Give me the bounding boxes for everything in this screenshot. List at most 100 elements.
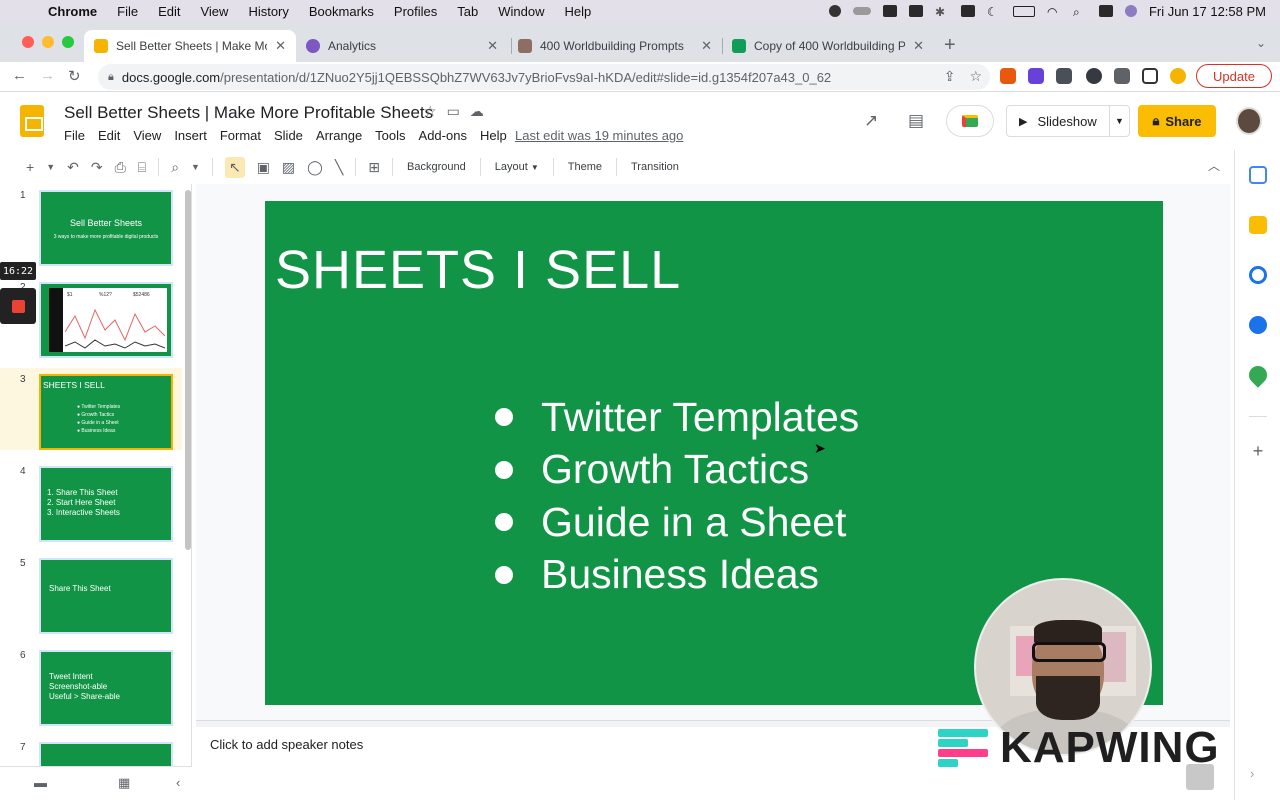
screen-status-icon[interactable] <box>908 5 923 17</box>
back-arrow-icon[interactable]: ← <box>12 67 27 84</box>
meet-button[interactable] <box>946 105 994 137</box>
tab-search-chevron-icon[interactable]: ⌄ <box>1256 36 1266 50</box>
minimize-window-button[interactable] <box>42 36 54 48</box>
shape-icon[interactable]: ◯ <box>307 159 323 176</box>
lock-icon[interactable]: 🔒︎ <box>108 71 114 84</box>
new-slide-dropdown-icon[interactable]: ▼ <box>46 162 55 172</box>
slides-menu-format[interactable]: Format <box>220 128 261 143</box>
grid-view-icon[interactable]: ▦ <box>118 775 130 791</box>
text-box-icon[interactable]: ▣ <box>257 159 270 176</box>
slide-thumbnail-5[interactable]: 5 Share This Sheet <box>0 552 182 634</box>
move-folder-icon[interactable]: ▭ <box>447 103 460 120</box>
menu-chrome[interactable]: Chrome <box>48 4 97 19</box>
undo-icon[interactable]: ↶ <box>67 159 79 176</box>
slides-logo-icon[interactable] <box>20 105 44 137</box>
menu-file[interactable]: File <box>117 4 138 19</box>
explore-button[interactable] <box>1186 764 1214 790</box>
last-edit-link[interactable]: Last edit was 19 minutes ago <box>515 128 683 143</box>
comments-icon[interactable]: ▤ <box>908 111 924 131</box>
menu-tab[interactable]: Tab <box>457 4 478 19</box>
filmstrip-view-icon[interactable]: ▬ <box>34 775 47 790</box>
image-icon[interactable]: ▨ <box>282 159 295 176</box>
reload-icon[interactable]: ↻ <box>68 67 81 85</box>
slideshow-button[interactable]: ▶ Slideshow ▼ <box>1006 105 1130 137</box>
control-center-icon[interactable] <box>1098 5 1113 17</box>
slide-thumbnail-7[interactable]: 7 <box>0 736 182 766</box>
menu-bookmarks[interactable]: Bookmarks <box>309 4 374 19</box>
new-slide-plus-icon[interactable]: + <box>26 159 34 175</box>
menubar-clock[interactable]: Fri Jun 17 12:58 PM <box>1149 4 1266 19</box>
maps-icon[interactable] <box>1245 362 1271 388</box>
share-button[interactable]: 🔒︎ Share <box>1138 105 1216 137</box>
slides-menu-help[interactable]: Help <box>480 128 507 143</box>
calendar-icon[interactable] <box>1249 166 1267 184</box>
forward-arrow-icon[interactable]: → <box>40 67 55 84</box>
slide-title[interactable]: SHEETS I SELL <box>275 239 681 301</box>
extension-circle-icon[interactable] <box>1086 68 1102 84</box>
slide-bullet-list[interactable]: Twitter Templates Growth Tactics Guide i… <box>495 391 859 601</box>
slides-menu-addons[interactable]: Add-ons <box>419 128 467 143</box>
battery-icon[interactable] <box>1012 5 1035 17</box>
cloud-saved-icon[interactable]: ☁ <box>470 103 484 120</box>
filmstrip-scrollbar[interactable] <box>185 190 191 550</box>
theme-button[interactable]: Theme <box>568 161 602 173</box>
slides-menu-slide[interactable]: Slide <box>274 128 303 143</box>
tab-sell-better-sheets[interactable]: Sell Better Sheets | Make More ✕ <box>84 30 296 62</box>
spotlight-search-icon[interactable]: ⌕ <box>1073 5 1087 19</box>
menu-profiles[interactable]: Profiles <box>394 4 437 19</box>
layout-button[interactable]: Layout ▼ <box>495 161 539 173</box>
print-icon[interactable]: ⎙ <box>115 159 126 176</box>
extension-d-icon[interactable] <box>1028 68 1044 84</box>
slide-thumbnail-3[interactable]: 3 SHEETS I SELL ● Twitter Templates ● Gr… <box>0 368 182 450</box>
close-tab-icon[interactable]: ✕ <box>275 38 286 54</box>
transition-button[interactable]: Transition <box>631 161 679 173</box>
collapse-toolbar-chevron-icon[interactable]: ︿ <box>1208 157 1220 174</box>
zoom-icon[interactable]: ⌕ <box>171 159 179 176</box>
update-button[interactable]: Update <box>1196 64 1272 88</box>
slide-thumbnail-6[interactable]: 6 Tweet Intent Screenshot-able Useful > … <box>0 644 182 726</box>
show-side-panel-chevron-icon[interactable]: › <box>1250 766 1254 781</box>
new-tab-plus-icon[interactable]: + <box>944 34 956 57</box>
slides-menu-insert[interactable]: Insert <box>174 128 207 143</box>
slides-menu-edit[interactable]: Edit <box>98 128 120 143</box>
siri-icon[interactable] <box>1124 5 1137 17</box>
menu-view[interactable]: View <box>200 4 228 19</box>
tab-copy-worldbuilding[interactable]: Copy of 400 Worldbuilding Pro ✕ <box>722 30 934 62</box>
zoom-dropdown-icon[interactable]: ▼ <box>191 162 200 172</box>
bookmark-star-icon[interactable]: ☆ <box>969 68 982 85</box>
slides-menu-arrange[interactable]: Arrange <box>316 128 362 143</box>
tab-worldbuilding-prompts[interactable]: 400 Worldbuilding Prompts ✕ <box>508 30 722 62</box>
profile-avatar-icon[interactable] <box>1170 68 1186 84</box>
app-status-icon[interactable] <box>882 5 897 17</box>
extensions-puzzle-icon[interactable] <box>1114 68 1130 84</box>
keep-icon[interactable] <box>1249 216 1267 234</box>
star-icon[interactable]: ☆ <box>424 103 437 120</box>
menu-window[interactable]: Window <box>498 4 544 19</box>
cloud-status-icon[interactable] <box>852 7 871 15</box>
close-tab-icon[interactable]: ✕ <box>487 38 498 54</box>
bluetooth-icon[interactable]: ✱ <box>935 5 949 19</box>
activity-trend-icon[interactable]: ↗ <box>864 111 878 131</box>
extension-broom-icon[interactable] <box>1056 68 1072 84</box>
line-icon[interactable]: ╲ <box>335 159 343 176</box>
stop-recording-button[interactable] <box>0 288 36 324</box>
address-bar[interactable]: 🔒︎ docs.google.com /presentation/d/1ZNuo… <box>98 64 990 90</box>
slideshow-dropdown-icon[interactable]: ▼ <box>1109 106 1129 136</box>
slides-menu-view[interactable]: View <box>133 128 161 143</box>
tab-analytics[interactable]: Analytics ✕ <box>296 30 508 62</box>
moon-icon[interactable]: ☾ <box>987 5 1001 19</box>
display-status-icon[interactable] <box>960 5 975 17</box>
add-comment-icon[interactable]: ⊞ <box>368 159 380 176</box>
close-window-button[interactable] <box>22 36 34 48</box>
slide-thumbnail-4[interactable]: 4 1. Share This Sheet 2. Start Here Shee… <box>0 460 182 542</box>
wifi-icon[interactable]: ◠ <box>1047 5 1061 19</box>
tasks-icon[interactable] <box>1249 266 1267 284</box>
collapse-filmstrip-chevron-icon[interactable]: ‹ <box>176 775 180 790</box>
gear-status-icon[interactable] <box>828 5 841 17</box>
redo-icon[interactable]: ↷ <box>91 159 103 176</box>
side-panel-icon[interactable] <box>1142 68 1158 84</box>
slide-thumbnail-1[interactable]: 1 Sell Better Sheets 3 ways to make more… <box>0 184 182 266</box>
slides-menu-file[interactable]: File <box>64 128 85 143</box>
close-tab-icon[interactable]: ✕ <box>701 38 712 54</box>
get-addons-plus-icon[interactable]: + <box>1249 442 1267 460</box>
